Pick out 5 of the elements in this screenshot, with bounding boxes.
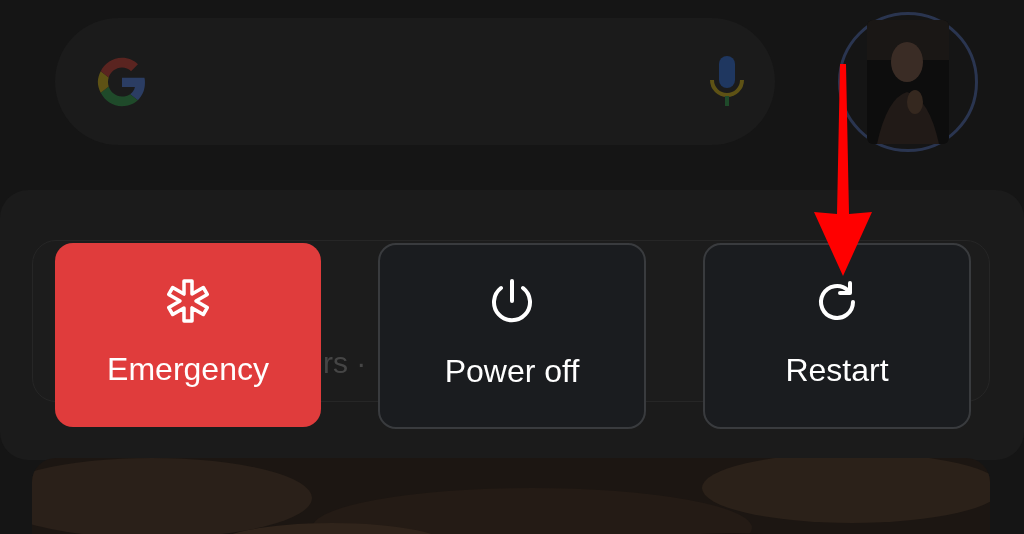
asterisk-icon bbox=[164, 277, 212, 325]
avatar[interactable] bbox=[838, 12, 978, 152]
emergency-button[interactable]: Emergency bbox=[55, 243, 321, 427]
power-off-button[interactable]: Power off bbox=[378, 243, 646, 429]
restart-button[interactable]: Restart bbox=[703, 243, 971, 429]
